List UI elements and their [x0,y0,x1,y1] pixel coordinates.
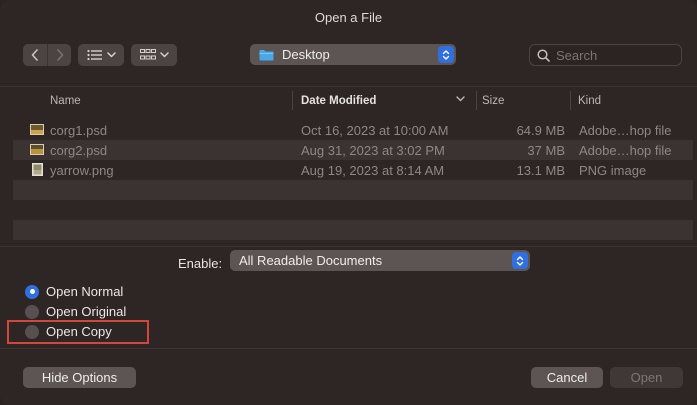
file-name: yarrow.png [50,163,114,178]
column-header: Name Date Modified Size Kind [13,87,693,114]
file-row[interactable]: corg1.psd Oct 16, 2023 at 10:00 AM 64.9 … [13,120,693,140]
divider [0,246,697,247]
chevron-left-icon [31,49,38,61]
psd-file-icon [30,144,44,155]
list-view-icon [86,49,102,61]
list-view-button[interactable] [78,44,124,66]
file-row[interactable]: corg2.psd Aug 31, 2023 at 3:02 PM 37 MB … [13,140,693,160]
folder-icon [259,49,274,60]
column-name[interactable]: Name [50,87,81,114]
hide-options-button[interactable]: Hide Options [23,367,136,388]
chevron-down-icon [159,52,169,58]
file-list: corg1.psd Oct 16, 2023 at 10:00 AM 64.9 … [13,120,693,240]
file-kind: PNG image [579,163,647,178]
radio-unselected-icon [25,304,39,319]
file-name: corg2.psd [50,143,108,158]
search-field[interactable] [529,44,682,66]
search-input[interactable] [556,47,666,63]
radio-selected-icon [25,284,39,299]
empty-row [13,200,693,220]
open-normal-radio[interactable]: Open Normal [25,284,123,299]
file-kind: Adobe…hop file [579,143,672,158]
chevron-down-icon [106,52,116,58]
open-original-label: Open Original [46,304,127,319]
empty-row [13,220,693,240]
file-date: Aug 31, 2023 at 3:02 PM [301,143,445,158]
dialog-title: Open a File [314,10,383,25]
file-name: corg1.psd [50,123,108,138]
column-kind[interactable]: Kind [578,87,601,114]
file-row[interactable]: yarrow.png Aug 19, 2023 at 8:14 AM 13.1 … [13,160,693,180]
open-original-radio[interactable]: Open Original [25,304,126,319]
empty-row [13,180,693,200]
enable-popup[interactable]: All Readable Documents [230,250,530,271]
location-popup[interactable]: Desktop [250,44,456,65]
enable-value: All Readable Documents [239,253,383,268]
column-separator [476,91,477,110]
file-date: Oct 16, 2023 at 10:00 AM [301,123,449,138]
column-date-modified[interactable]: Date Modified [301,87,376,114]
grid-view-icon [139,49,156,60]
sort-chevron-icon [456,96,465,102]
cancel-button[interactable]: Cancel [531,367,603,388]
file-size: 13.1 MB [516,163,565,178]
column-separator [570,91,571,110]
file-size: 37 MB [527,143,565,158]
forward-button[interactable] [47,44,71,66]
png-file-icon [32,163,43,176]
open-button[interactable]: Open [610,367,683,388]
grid-view-button[interactable] [131,44,177,66]
location-label: Desktop [282,47,330,62]
updown-chevron-icon [442,49,450,60]
divider [0,348,697,349]
updown-chevron-icon [516,255,524,266]
highlight-box [7,320,149,344]
psd-file-icon [30,124,44,135]
open-file-dialog: Open a File Desktop Search Name Date Mod… [0,0,697,405]
file-size: 64.9 MB [516,123,565,138]
file-kind: Adobe…hop file [579,123,672,138]
chevron-right-icon [56,49,63,61]
history-nav [23,44,71,66]
back-button[interactable] [23,44,47,66]
enable-label: Enable: [178,256,223,271]
search-icon [537,48,550,62]
column-size[interactable]: Size [482,87,504,114]
column-separator [292,91,293,110]
file-date: Aug 19, 2023 at 8:14 AM [301,163,445,178]
open-normal-label: Open Normal [46,284,124,299]
popup-stepper [512,252,528,269]
popup-stepper [438,46,454,63]
